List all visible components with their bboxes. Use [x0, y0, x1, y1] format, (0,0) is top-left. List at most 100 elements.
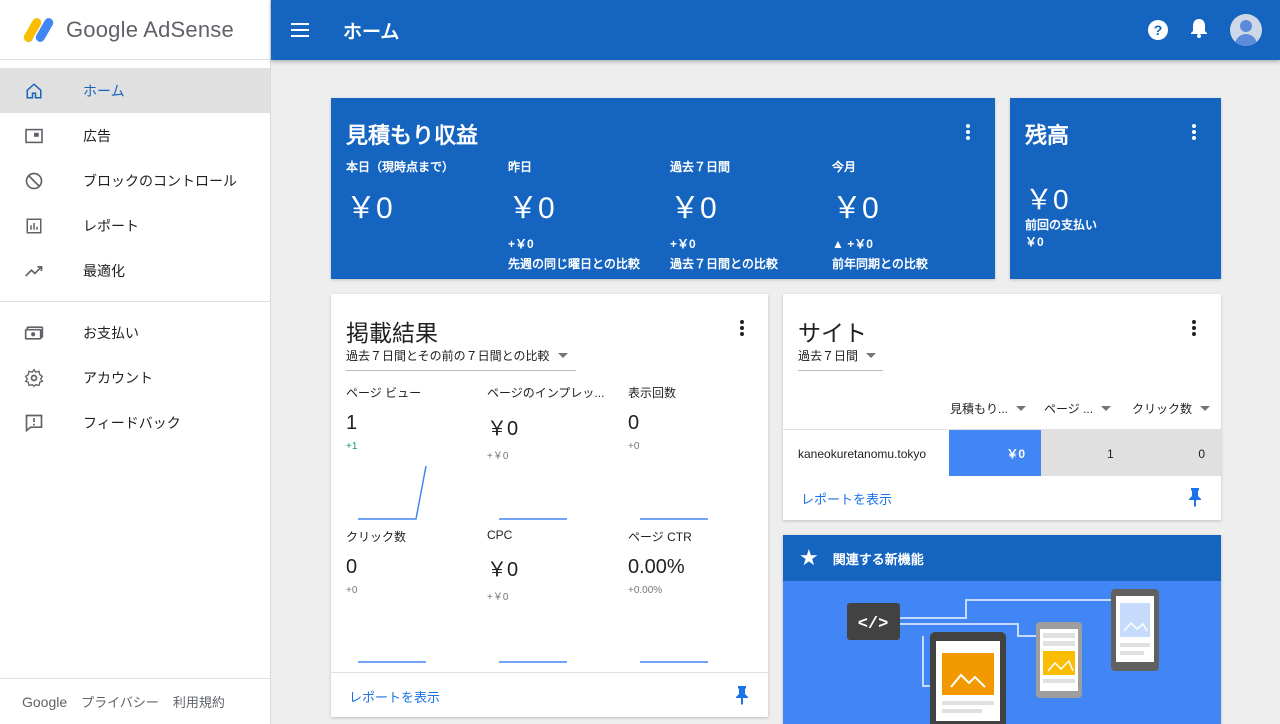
home-icon — [24, 81, 44, 101]
code-label: </> — [858, 615, 889, 634]
view-report-link[interactable]: レポートを表示 — [801, 489, 892, 508]
metric-cpc: CPC ￥0 +￥0 — [487, 528, 617, 603]
view-report-link[interactable]: レポートを表示 — [349, 687, 440, 706]
metric-value: 0.00% — [628, 556, 685, 578]
sidebar-footer: Google プライバシー 利用規約 — [0, 678, 270, 724]
earnings-delta: +￥0 — [508, 237, 534, 251]
card-title: 掲載結果 — [346, 320, 438, 346]
metric-delta: +0 — [346, 585, 358, 596]
menu-icon[interactable] — [291, 23, 315, 37]
earnings-this-month: 今月 ￥0 ▲ +￥0 前年同期との比較 — [832, 158, 992, 272]
notifications-icon[interactable] — [1190, 18, 1208, 43]
sidebar-item-ads[interactable]: 広告 — [0, 113, 270, 158]
performance-card: 掲載結果 過去７日間とその前の７日間との比較 ページ ビュー 1 +1 ページの… — [331, 294, 768, 717]
card-title: 見積もり収益 — [346, 123, 479, 148]
metric-delta: +￥0 — [487, 592, 509, 603]
site-clicks: 0 — [1198, 447, 1205, 461]
column-label: クリック数 — [1132, 402, 1193, 416]
phone-icon — [1036, 622, 1082, 698]
chevron-down-icon — [557, 353, 568, 358]
column-header-pages[interactable]: ページ ... — [1044, 400, 1112, 417]
metric-value: ￥0 — [487, 559, 519, 581]
app-name: Google AdSense — [66, 16, 234, 42]
last-payment-value: ￥0 — [1025, 235, 1044, 249]
earnings-delta: +￥0 — [670, 237, 696, 251]
sidebar-item-home[interactable]: ホーム — [0, 68, 270, 113]
trending-icon — [24, 261, 44, 281]
sidebar: Google AdSense ホーム 広告 ブロックのコントロール レポート 最… — [0, 0, 271, 724]
metric-value: ￥0 — [487, 418, 519, 440]
privacy-link[interactable]: プライバシー — [81, 692, 159, 711]
earnings-value: ￥0 — [508, 192, 555, 225]
earnings-value: ￥0 — [832, 192, 879, 225]
top-app-bar: ホーム ? — [271, 0, 1280, 60]
sidebar-nav: ホーム 広告 ブロックのコントロール レポート 最適化 お支払い アカウント フ… — [0, 60, 270, 445]
table-row[interactable]: kaneokuretanomu.tokyo ￥0 1 0 — [783, 429, 1221, 476]
metric-name: ページ CTR — [628, 530, 692, 544]
adsense-logo-icon — [22, 15, 56, 44]
column-label: ページ ... — [1044, 402, 1094, 416]
metric-page-rpm: ページのインプレッ... ￥0 +￥0 — [487, 384, 607, 462]
card-title: 残高 — [1025, 123, 1070, 148]
earnings-delta: ▲ +￥0 — [832, 237, 873, 251]
card-footer: レポートを表示 — [783, 475, 1221, 520]
sidebar-item-feedback[interactable]: フィードバック — [0, 400, 270, 445]
payment-icon — [24, 323, 44, 343]
page-title: ホーム — [343, 21, 400, 43]
top-actions: ? — [1148, 14, 1262, 46]
sidebar-item-label: アカウント — [83, 369, 153, 386]
divider — [0, 301, 270, 302]
metric-value: 1 — [346, 412, 358, 434]
report-icon — [24, 216, 44, 236]
metric-impressions: 表示回数 0 +0 — [628, 384, 748, 452]
metric-page-views: ページ ビュー 1 +1 — [346, 384, 471, 452]
column-label: 見積もり... — [950, 402, 1009, 416]
more-options-icon[interactable] — [1192, 124, 1196, 140]
sidebar-item-label: お支払い — [83, 324, 139, 341]
sidebar-item-optimization[interactable]: 最適化 — [0, 248, 270, 293]
star-icon: ★ — [799, 545, 819, 570]
feedback-icon — [24, 413, 44, 433]
metric-value: 0 — [628, 412, 640, 434]
last-payment-label: 前回の支払い — [1025, 218, 1098, 232]
sidebar-item-reports[interactable]: レポート — [0, 203, 270, 248]
site-metrics: 1 0 — [1041, 430, 1221, 476]
avatar[interactable] — [1230, 14, 1262, 46]
earnings-today: 本日（現時点まで） ￥0 — [346, 158, 506, 227]
earnings-label: 過去７日間 — [670, 160, 731, 174]
terms-link[interactable]: 利用規約 — [173, 692, 225, 711]
sidebar-item-payments[interactable]: お支払い — [0, 310, 270, 355]
more-options-icon[interactable] — [1192, 320, 1196, 336]
metric-name: クリック数 — [346, 530, 407, 544]
pin-icon[interactable] — [1187, 487, 1203, 507]
sidebar-item-account[interactable]: アカウント — [0, 355, 270, 400]
block-icon — [24, 171, 44, 191]
new-features-card[interactable]: ★ 関連する新機能 </> — [783, 535, 1221, 724]
sidebar-item-label: ホーム — [83, 82, 125, 99]
chevron-down-icon — [1101, 406, 1112, 411]
earnings-yesterday: 昨日 ￥0 +￥0 先週の同じ曜日との比較 — [508, 158, 668, 272]
google-link[interactable]: Google — [22, 694, 67, 710]
dropdown-value: 過去７日間 — [798, 349, 859, 363]
sparkline-impressions — [640, 518, 708, 520]
metric-value: 0 — [346, 556, 358, 578]
earnings-label: 本日（現時点まで） — [346, 160, 455, 174]
chevron-down-icon — [1200, 406, 1211, 411]
sidebar-item-label: 最適化 — [83, 262, 125, 279]
sparkline-page-views — [358, 465, 427, 520]
more-options-icon[interactable] — [966, 124, 970, 140]
comparison-range-dropdown[interactable]: 過去７日間とその前の７日間との比較 — [346, 347, 576, 371]
metric-name: CPC — [487, 528, 513, 542]
estimated-earnings-card: 見積もり収益 本日（現時点まで） ￥0 昨日 ￥0 +￥0 先週の同じ曜日との比… — [331, 98, 995, 279]
help-icon[interactable]: ? — [1148, 20, 1168, 40]
date-range-dropdown[interactable]: 過去７日間 — [798, 347, 883, 371]
pin-icon[interactable] — [734, 685, 750, 705]
more-options-icon[interactable] — [740, 320, 744, 336]
brand[interactable]: Google AdSense — [0, 0, 270, 60]
sidebar-item-label: ブロックのコントロール — [83, 172, 237, 189]
tablet-icon — [930, 632, 1006, 724]
earnings-value: ￥0 — [346, 192, 393, 225]
column-header-earnings[interactable]: 見積もり... — [950, 400, 1027, 417]
column-header-clicks[interactable]: クリック数 — [1132, 400, 1211, 417]
sidebar-item-block-controls[interactable]: ブロックのコントロール — [0, 158, 270, 203]
